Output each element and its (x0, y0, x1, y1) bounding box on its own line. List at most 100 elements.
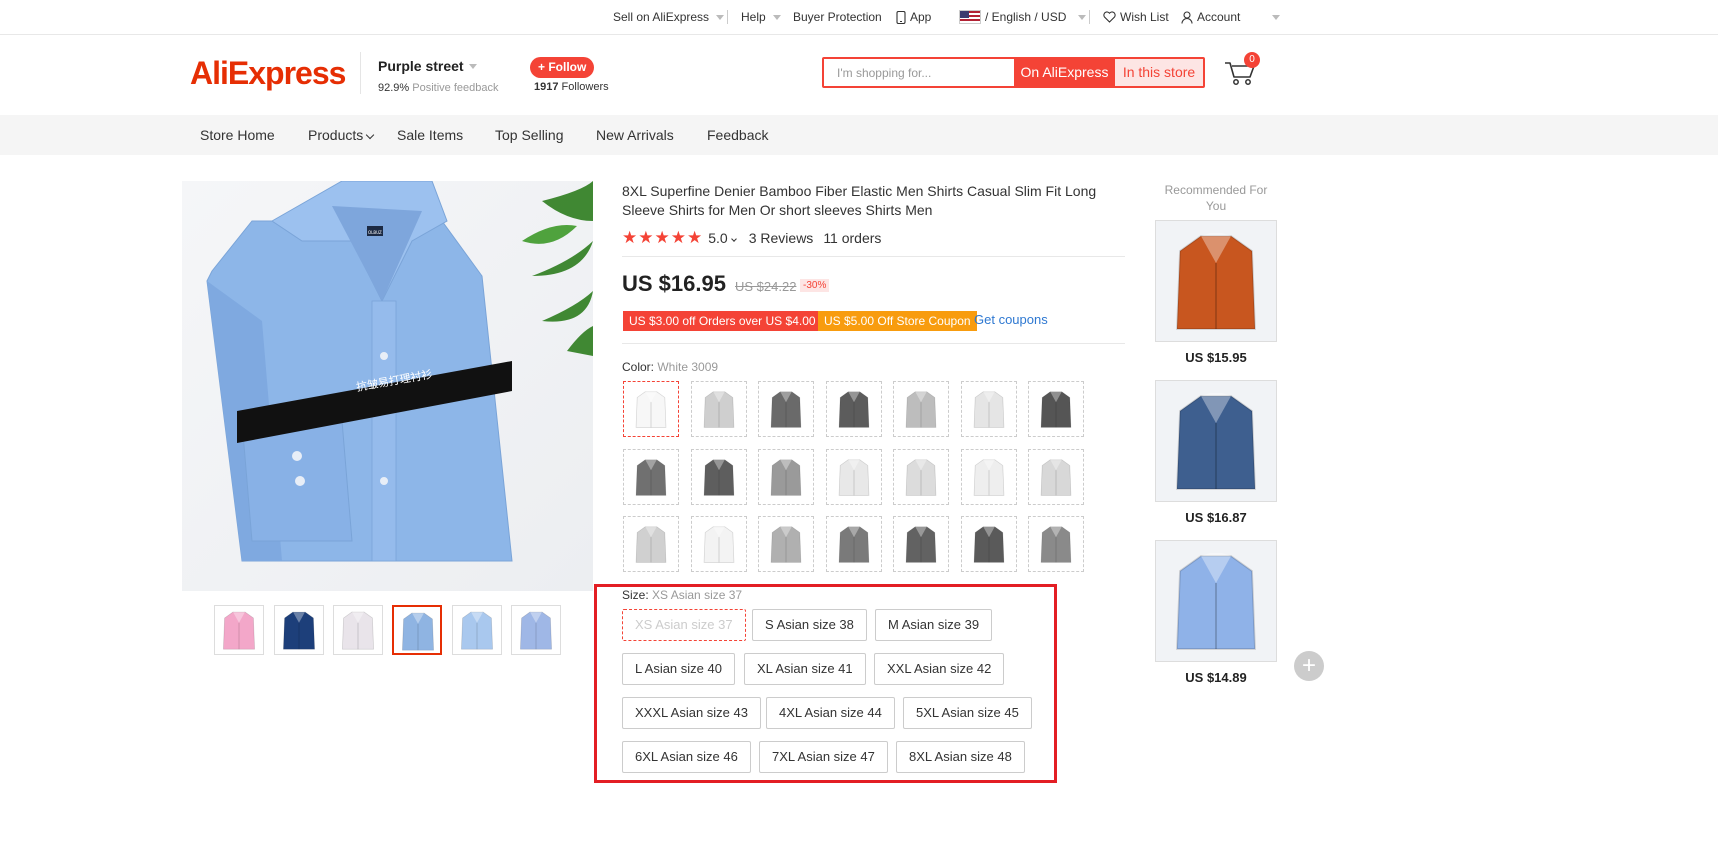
color-swatch[interactable] (826, 449, 882, 505)
recommended-item-image[interactable] (1155, 380, 1277, 502)
lang-currency-label: / English / USD (985, 10, 1067, 24)
rating-value[interactable]: 5.0 (708, 230, 737, 246)
size-option[interactable]: XXXL Asian size 43 (622, 697, 761, 729)
app-label: App (910, 10, 932, 24)
cart-count-badge: 0 (1244, 52, 1260, 68)
divider (1089, 10, 1090, 24)
sell-on-aliexpress-link[interactable]: Sell on AliExpress (613, 10, 725, 24)
size-option[interactable]: M Asian size 39 (875, 609, 993, 641)
recommended-item-price[interactable]: US $14.89 (1155, 670, 1277, 685)
recommended-item-price[interactable]: US $16.87 (1155, 510, 1277, 525)
product-main-image[interactable]: 抗皱易打理衬衫 OLBUZ (182, 181, 593, 591)
follow-button[interactable]: + Follow (530, 57, 595, 78)
wish-list-link[interactable]: Wish List (1103, 10, 1169, 24)
gallery-thumbnail[interactable] (452, 605, 502, 655)
aliexpress-logo[interactable]: AliExpress (190, 55, 346, 92)
nav-store-home[interactable]: Store Home (200, 127, 275, 143)
color-swatch[interactable] (961, 449, 1017, 505)
sell-label: Sell on AliExpress (613, 10, 710, 24)
store-feedback: 92.9% Positive feedback (378, 82, 498, 94)
selected-size: XS Asian size 37 (652, 588, 743, 602)
feedback-percent: 92.9% (378, 82, 410, 94)
color-swatch[interactable] (826, 516, 882, 572)
color-swatch[interactable] (691, 381, 747, 437)
size-option[interactable]: S Asian size 38 (752, 609, 867, 641)
color-swatch[interactable] (1028, 381, 1084, 437)
chevron-down-icon (716, 14, 725, 20)
search-in-store-button[interactable]: In this store (1115, 59, 1203, 86)
gallery-thumbnail[interactable] (392, 605, 442, 655)
followers-number: 1917 (534, 81, 559, 93)
language-currency-selector[interactable]: / English / USD (959, 10, 1087, 24)
recommended-item-image[interactable] (1155, 540, 1277, 662)
size-option[interactable]: 7XL Asian size 47 (759, 741, 888, 773)
help-link[interactable]: Help (741, 10, 781, 24)
shirt-thumbnail-icon (1176, 233, 1256, 330)
size-option[interactable]: 8XL Asian size 48 (896, 741, 1025, 773)
collar-label-text: OLBUZ (368, 230, 382, 235)
recommended-item-image[interactable] (1155, 220, 1277, 342)
search-input[interactable] (824, 59, 1014, 86)
nav-top-selling[interactable]: Top Selling (495, 127, 564, 143)
reviews-link[interactable]: 3 Reviews (749, 230, 814, 246)
color-swatch[interactable] (893, 516, 949, 572)
app-link[interactable]: App (896, 10, 931, 24)
size-option[interactable]: 6XL Asian size 46 (622, 741, 751, 773)
color-swatch[interactable] (623, 449, 679, 505)
shirt-thumbnail-icon (905, 390, 937, 428)
shirt-thumbnail-icon (703, 458, 735, 496)
gallery-thumbnail[interactable] (274, 605, 324, 655)
gallery-thumbnail[interactable] (333, 605, 383, 655)
store-coupon[interactable]: US $5.00 Off Store Coupon (818, 311, 977, 331)
size-option[interactable]: XS Asian size 37 (622, 609, 746, 641)
nav-sale-items[interactable]: Sale Items (397, 127, 463, 143)
store-name[interactable]: Purple street (378, 58, 477, 74)
size-label: Size: XS Asian size 37 (622, 588, 742, 602)
size-option[interactable]: L Asian size 40 (622, 653, 735, 685)
recommended-item-price[interactable]: US $15.95 (1155, 350, 1277, 365)
shirt-thumbnail-icon (770, 390, 802, 428)
color-swatch[interactable] (826, 381, 882, 437)
size-option[interactable]: 5XL Asian size 45 (903, 697, 1032, 729)
size-option[interactable]: 4XL Asian size 44 (766, 697, 895, 729)
phone-icon (896, 10, 906, 24)
nav-new-arrivals[interactable]: New Arrivals (596, 127, 674, 143)
store-name-label: Purple street (378, 58, 464, 74)
chevron-down-icon (1078, 14, 1087, 20)
shirt-thumbnail-icon (461, 610, 493, 650)
color-swatch[interactable] (691, 516, 747, 572)
shirt-thumbnail-icon (838, 458, 870, 496)
color-swatch[interactable] (893, 449, 949, 505)
color-swatch[interactable] (623, 381, 679, 437)
add-recommended-button[interactable]: + (1294, 651, 1324, 681)
nav-feedback[interactable]: Feedback (707, 127, 768, 143)
shirt-thumbnail-icon (1040, 390, 1072, 428)
user-icon (1181, 10, 1193, 24)
orders-coupon[interactable]: US $3.00 off Orders over US $4.00 (623, 311, 822, 331)
color-swatch[interactable] (758, 516, 814, 572)
chevron-down-icon (468, 63, 477, 69)
nav-products[interactable]: Products (308, 127, 375, 143)
size-option[interactable]: XXL Asian size 42 (874, 653, 1005, 685)
gallery-thumbnail[interactable] (511, 605, 561, 655)
product-title: 8XL Superfine Denier Bamboo Fiber Elasti… (622, 183, 1097, 218)
rating-row: ★ ★ ★ ★ ★ 5.0 3 Reviews 11 orders (622, 228, 881, 248)
color-swatch[interactable] (961, 381, 1017, 437)
color-swatch[interactable] (691, 449, 747, 505)
size-option[interactable]: XL Asian size 41 (744, 653, 866, 685)
current-price: US $16.95 (622, 271, 726, 296)
color-swatch[interactable] (758, 381, 814, 437)
color-swatch[interactable] (1028, 516, 1084, 572)
orders-count: 11 orders (823, 230, 882, 246)
color-swatch[interactable] (623, 516, 679, 572)
color-swatch[interactable] (893, 381, 949, 437)
color-swatch[interactable] (758, 449, 814, 505)
get-coupons-link[interactable]: Get coupons (974, 312, 1048, 327)
search-on-aliexpress-button[interactable]: On AliExpress (1014, 59, 1115, 86)
color-swatch[interactable] (961, 516, 1017, 572)
buyer-protection-link[interactable]: Buyer Protection (793, 10, 882, 24)
gallery-thumbnail[interactable] (214, 605, 264, 655)
chevron-down-icon (730, 236, 737, 242)
account-link[interactable]: Account (1181, 10, 1281, 24)
color-swatch[interactable] (1028, 449, 1084, 505)
